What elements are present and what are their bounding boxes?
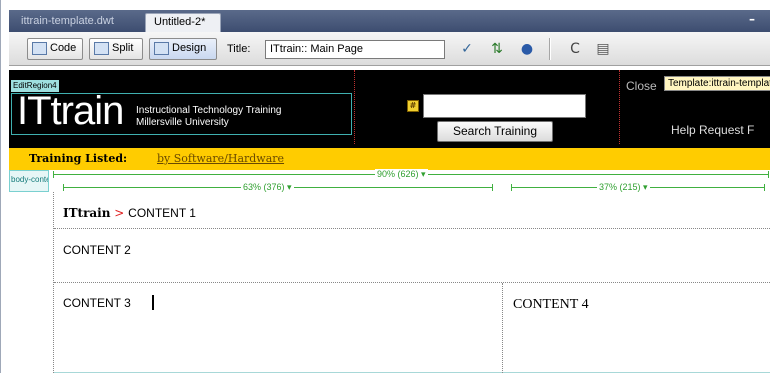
nav-label: Training Listed:: [29, 152, 128, 165]
guide-tick: [768, 171, 769, 178]
guide-tick: [511, 184, 512, 191]
content-2-text[interactable]: CONTENT 2: [63, 243, 131, 257]
code-view-label: Code: [50, 42, 77, 54]
tab-template-file[interactable]: ittrain-template.dwt: [13, 13, 141, 32]
editor-window: ittrain-template.dwt Untitled-2* – Code …: [0, 0, 770, 373]
site-logo: ITtrain: [17, 89, 124, 133]
code-view-icon: [32, 42, 47, 55]
document-tab-bar: ittrain-template.dwt Untitled-2* –: [9, 10, 770, 32]
document-toolbar: Code Split Design Title: ITtrain:: Main …: [9, 32, 770, 66]
close-link[interactable]: Close: [626, 79, 657, 93]
guide-tick: [764, 184, 765, 191]
nav-link-software-hardware[interactable]: by Software/Hardware: [157, 152, 284, 165]
guide-tick: [63, 184, 64, 191]
outer-width-label[interactable]: 90% (626) ▾: [375, 169, 428, 180]
text-caret: [152, 295, 154, 310]
breadcrumb-separator: >: [110, 206, 129, 220]
split-view-label: Split: [112, 42, 134, 54]
logo-subtitle-line1: Instructional Technology Training: [136, 105, 282, 116]
search-input[interactable]: [423, 94, 586, 118]
toolbar-divider: [549, 38, 551, 60]
file-management-icon[interactable]: ⇅: [487, 41, 507, 58]
breadcrumb-home[interactable]: ITtrain: [63, 206, 110, 220]
help-request-link[interactable]: Help Request F: [671, 123, 754, 137]
split-view-icon: [94, 42, 109, 55]
minimize-icon[interactable]: –: [749, 12, 759, 26]
search-training-button[interactable]: Search Training: [437, 121, 553, 142]
split-view-button[interactable]: Split: [89, 38, 143, 60]
nav-band: Training Listed: by Software/Hardware: [9, 148, 770, 170]
validate-icon[interactable]: ✓: [457, 41, 477, 58]
design-canvas[interactable]: EditRegion4 ITtrain Instructional Techno…: [9, 66, 770, 373]
body-content-tag[interactable]: body-content: [9, 170, 49, 192]
page-title-input[interactable]: ITtrain:: Main Page: [265, 40, 445, 59]
content-4-text[interactable]: CONTENT 4: [513, 297, 589, 313]
tab-untitled-document[interactable]: Untitled-2*: [145, 13, 221, 32]
view-options-icon[interactable]: ▤: [593, 41, 613, 58]
template-tag: Template:ittrain-template: [664, 76, 770, 91]
table-row-content2[interactable]: [54, 229, 770, 283]
breadcrumb: ITtrain > CONTENT 1: [63, 206, 196, 220]
content-3-text[interactable]: CONTENT 3: [63, 296, 131, 310]
breadcrumb-current: CONTENT 1: [128, 206, 196, 220]
title-label: Title:: [227, 43, 251, 55]
design-view-label: Design: [172, 42, 207, 54]
refresh-icon[interactable]: C: [565, 41, 585, 58]
content-table: ITtrain > CONTENT 1 CONTENT 2 CONTENT 3 …: [53, 192, 770, 373]
design-view-button[interactable]: Design: [149, 38, 217, 60]
guide-tick: [492, 184, 493, 191]
code-view-button[interactable]: Code: [27, 38, 83, 60]
logo-subtitle-line2: Millersville University: [136, 117, 229, 128]
preview-browser-icon[interactable]: ●: [517, 41, 537, 58]
guide-tick: [53, 171, 54, 178]
form-marker-icon: #: [407, 100, 419, 112]
design-view-icon: [154, 42, 169, 55]
